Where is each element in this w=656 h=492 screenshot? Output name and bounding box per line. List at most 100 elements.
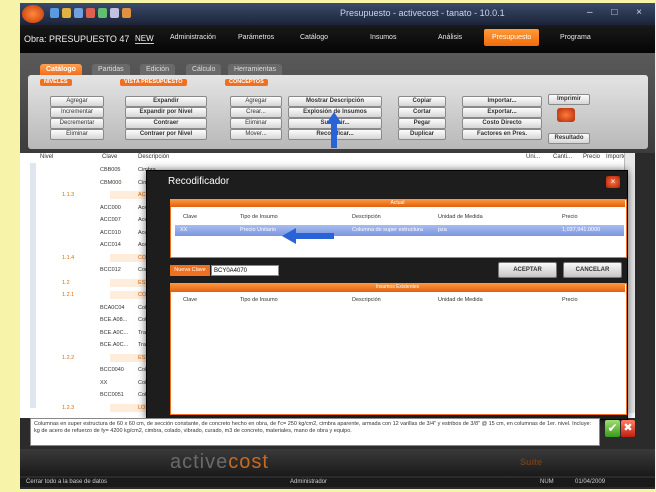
pegar-button[interactable]: Pegar xyxy=(398,118,446,129)
brand-bar xyxy=(20,449,655,476)
eliminar-concepto-button[interactable]: Eliminar xyxy=(230,118,282,129)
incrementar-button[interactable]: Incrementar xyxy=(50,107,104,118)
actual-col-tipo[interactable]: Tipo de Insumo xyxy=(240,212,278,222)
tab-edicion[interactable]: Edición xyxy=(140,64,175,75)
reject-x-icon[interactable]: ✖ xyxy=(621,420,635,437)
expandir-nivel-button[interactable]: Expandir por Nivel xyxy=(125,107,207,118)
menu-analisis[interactable]: Análisis xyxy=(438,34,462,41)
mostrar-descripcion-button[interactable]: Mostrar Descripción xyxy=(288,96,382,107)
actual-col-clave[interactable]: Clave xyxy=(183,212,197,222)
factores-pres-button[interactable]: Factores en Pres. xyxy=(462,129,542,140)
new-icon[interactable] xyxy=(50,8,59,18)
undo-icon[interactable] xyxy=(86,8,95,18)
open-icon[interactable] xyxy=(62,8,71,18)
eliminar-nivel-button[interactable]: Eliminar xyxy=(50,129,104,140)
existentes-col-precio[interactable]: Precio xyxy=(562,295,578,305)
brand-tagline: Suite xyxy=(520,457,543,467)
existentes-col-descripcion[interactable]: Descripción xyxy=(352,295,381,305)
col-descripcion-header[interactable]: Descripción xyxy=(138,152,169,162)
grid-clave-cell[interactable]: ACC014 xyxy=(100,241,121,249)
grid-clave-cell[interactable]: ACC010 xyxy=(100,229,121,237)
exportar-button[interactable]: Exportar... xyxy=(462,107,542,118)
dialog-title: Recodificador xyxy=(168,176,230,187)
menu-administracion[interactable]: Administración xyxy=(170,34,216,41)
menu-programa[interactable]: Programa xyxy=(560,34,591,41)
grid-clave-cell[interactable]: BCE.A0C... xyxy=(100,329,128,337)
grid-nivel-cell[interactable]: 1.2 xyxy=(62,279,70,287)
existentes-col-unidad[interactable]: Unidad de Medida xyxy=(438,295,483,305)
obra-code[interactable]: NEW xyxy=(135,34,154,44)
print-icon[interactable] xyxy=(110,8,119,18)
help-icon[interactable] xyxy=(122,8,131,18)
grid-clave-cell[interactable]: ACC000 xyxy=(100,204,121,212)
status-num: NUM xyxy=(540,479,554,485)
duplicar-button[interactable]: Duplicar xyxy=(398,129,446,140)
aceptar-button[interactable]: ACEPTAR xyxy=(498,262,557,278)
existentes-col-tipo[interactable]: Tipo de Insumo xyxy=(240,295,278,305)
grid-clave-cell[interactable]: XX xyxy=(100,379,107,387)
window-controls[interactable]: – □ × xyxy=(587,7,650,18)
binoculars-icon[interactable] xyxy=(557,108,575,122)
grid-clave-cell[interactable]: BCE.A08... xyxy=(100,316,127,324)
grid-clave-cell[interactable]: BCC0040 xyxy=(100,366,124,374)
grid-clave-cell[interactable]: CBM000 xyxy=(100,179,121,187)
tab-partidas[interactable]: Partidas xyxy=(92,64,130,75)
col-unidad-header[interactable]: Uni... xyxy=(526,152,540,162)
actual-col-precio[interactable]: Precio xyxy=(562,212,578,222)
imprimir-button[interactable]: Imprimir xyxy=(548,94,590,105)
menu-presupuesto[interactable]: Presupuesto xyxy=(484,29,540,46)
importar-button[interactable]: Importar... xyxy=(462,96,542,107)
insumos-existentes-header: Insumos Existentes xyxy=(170,283,625,292)
tab-calculo[interactable]: Cálculo xyxy=(186,64,222,75)
concept-description[interactable]: Columnas en super estructura de 60 x 60 … xyxy=(30,418,600,446)
grid-nivel-cell[interactable]: 1.2.3 xyxy=(62,404,74,412)
agregar-concepto-button[interactable]: Agregar xyxy=(230,96,282,107)
menu-parametros[interactable]: Parámetros xyxy=(238,34,274,41)
grid-clave-cell[interactable]: BCC012 xyxy=(100,266,121,274)
cancelar-button[interactable]: CANCELAR xyxy=(563,262,622,278)
col-precio-header[interactable]: Precio xyxy=(583,152,600,162)
menu-insumos[interactable]: Insumos xyxy=(370,34,396,41)
grid-nivel-cell[interactable]: 1.2.2 xyxy=(62,354,74,362)
tab-herramientas[interactable]: Herramientas xyxy=(228,64,283,75)
window-title: Presupuesto - activecost - tanato - 10.0… xyxy=(340,8,505,18)
col-cantidad-header[interactable]: Canti... xyxy=(553,152,572,162)
cortar-button[interactable]: Cortar xyxy=(398,107,446,118)
status-date: 01/04/2009 xyxy=(575,479,606,485)
actual-col-unidad[interactable]: Unidad de Medida xyxy=(438,212,483,222)
tab-catalogo[interactable]: Catálogo xyxy=(40,64,82,75)
contraer-button[interactable]: Contraer xyxy=(125,118,207,129)
agregar-nivel-button[interactable]: Agregar xyxy=(50,96,104,107)
col-nivel-header[interactable]: Nivel xyxy=(40,152,53,162)
grid-clave-cell[interactable]: BCC0051 xyxy=(100,391,124,399)
save-icon[interactable] xyxy=(74,8,83,18)
existentes-col-clave[interactable]: Clave xyxy=(183,295,197,305)
grid-nivel-cell[interactable]: 1.1.4 xyxy=(62,254,74,262)
redo-icon[interactable] xyxy=(98,8,107,18)
copiar-button[interactable]: Copiar xyxy=(398,96,446,107)
menu-catalogo[interactable]: Catálogo xyxy=(300,34,328,41)
grid-clave-cell[interactable]: CBB005 xyxy=(100,166,121,174)
actual-col-descripcion[interactable]: Descripción xyxy=(352,212,381,222)
grid-clave-cell[interactable]: BCE.A0C... xyxy=(100,341,128,349)
contraer-nivel-button[interactable]: Contraer por Nivel xyxy=(125,129,207,140)
group-conceptos: CONCEPTOS xyxy=(225,79,268,86)
app-logo-icon[interactable] xyxy=(22,5,44,23)
grid-nivel-cell[interactable]: 1.1.3 xyxy=(62,191,74,199)
actual-unidad-cell: pza xyxy=(438,227,447,233)
accept-check-icon[interactable]: ✔ xyxy=(605,420,620,437)
nueva-clave-input[interactable]: BCY0A4070 xyxy=(211,265,279,276)
expandir-button[interactable]: Expandir xyxy=(125,96,207,107)
grid-nivel-cell[interactable]: 1.2.1 xyxy=(62,291,74,299)
col-clave-header[interactable]: Clave xyxy=(102,152,117,162)
crear-button[interactable]: Crear... xyxy=(230,107,282,118)
grid-clave-cell[interactable]: ACC007 xyxy=(100,216,121,224)
dialog-close-icon[interactable]: × xyxy=(606,176,620,188)
status-user: Administrador xyxy=(290,479,328,485)
decrementar-button[interactable]: Decrementar xyxy=(50,118,104,129)
costo-directo-button[interactable]: Costo Directo xyxy=(462,118,542,129)
left-arrow-annotation xyxy=(282,228,334,244)
grid-clave-cell[interactable]: BCA0C04 xyxy=(100,304,124,312)
mover-button[interactable]: Mover... xyxy=(230,129,282,140)
resultado-button[interactable]: Resultado xyxy=(548,133,590,144)
